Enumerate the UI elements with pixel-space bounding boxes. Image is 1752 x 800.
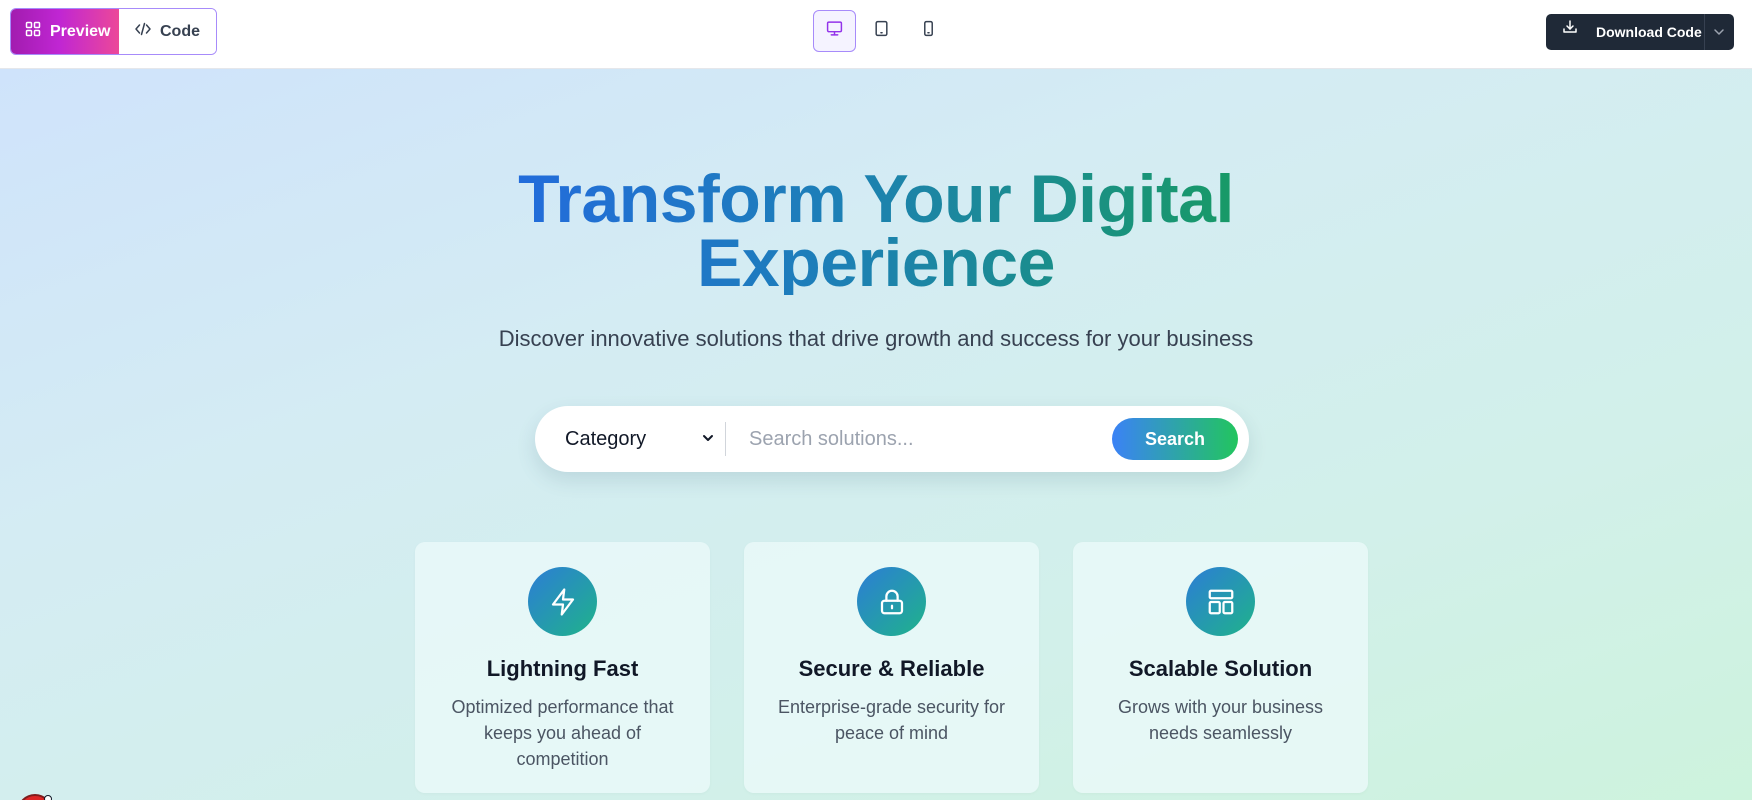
tablet-view-button[interactable] [860,10,903,52]
lightning-icon [528,567,597,636]
desktop-view-button[interactable] [813,10,856,52]
feature-description: Enterprise-grade security for peace of m… [777,697,1006,743]
feature-title: Lightning Fast [486,656,639,681]
download-divider [1704,14,1705,50]
feature-card-secure-reliable: Secure & Reliable Enterprise-grade secur… [744,542,1039,793]
search-input[interactable] [749,419,1109,459]
search-divider [725,422,726,456]
hero-section: Transform Your Digital Experience Discov… [0,69,1752,800]
monitor-icon [826,20,843,42]
code-tab-button[interactable]: Code [119,9,216,54]
feature-card-lightning-fast: Lightning Fast Optimized performance tha… [415,542,710,793]
feature-description: Optimized performance that keeps you ahe… [451,697,674,769]
top-toolbar: Preview Code Download Code [0,0,1752,69]
feature-title: Secure & Reliable [798,656,985,681]
grid-icon [25,21,41,42]
download-label: Download Code [1596,24,1702,40]
code-label: Code [160,22,200,40]
category-select[interactable]: Category [565,406,720,472]
category-label: Category [565,427,647,450]
tablet-icon [873,20,890,42]
chevron-down-icon [703,435,713,441]
chevron-down-icon[interactable] [1712,25,1726,39]
feature-description: Grows with your business needs seamlessl… [1117,697,1324,743]
smartphone-icon [920,20,937,42]
hero-title: Transform Your Digital Experience [376,165,1376,297]
feature-title: Scalable Solution [1128,656,1313,681]
view-mode-toggle: Preview Code [10,8,217,55]
search-bar: Category Search [535,406,1249,472]
code-icon [135,21,151,42]
lock-icon [857,567,926,636]
search-button[interactable]: Search [1112,418,1238,460]
layout-icon [1186,567,1255,636]
device-switcher [813,9,950,53]
preview-label: Preview [50,22,111,40]
download-code-button[interactable]: Download Code [1546,14,1734,50]
preview-tab-button[interactable]: Preview [11,9,119,54]
notification-dot [44,795,52,800]
feature-card-scalable-solution: Scalable Solution Grows with your busine… [1073,542,1368,793]
mobile-view-button[interactable] [907,10,950,52]
hero-subtitle: Discover innovative solutions that drive… [498,326,1254,351]
download-icon [1562,19,1578,35]
